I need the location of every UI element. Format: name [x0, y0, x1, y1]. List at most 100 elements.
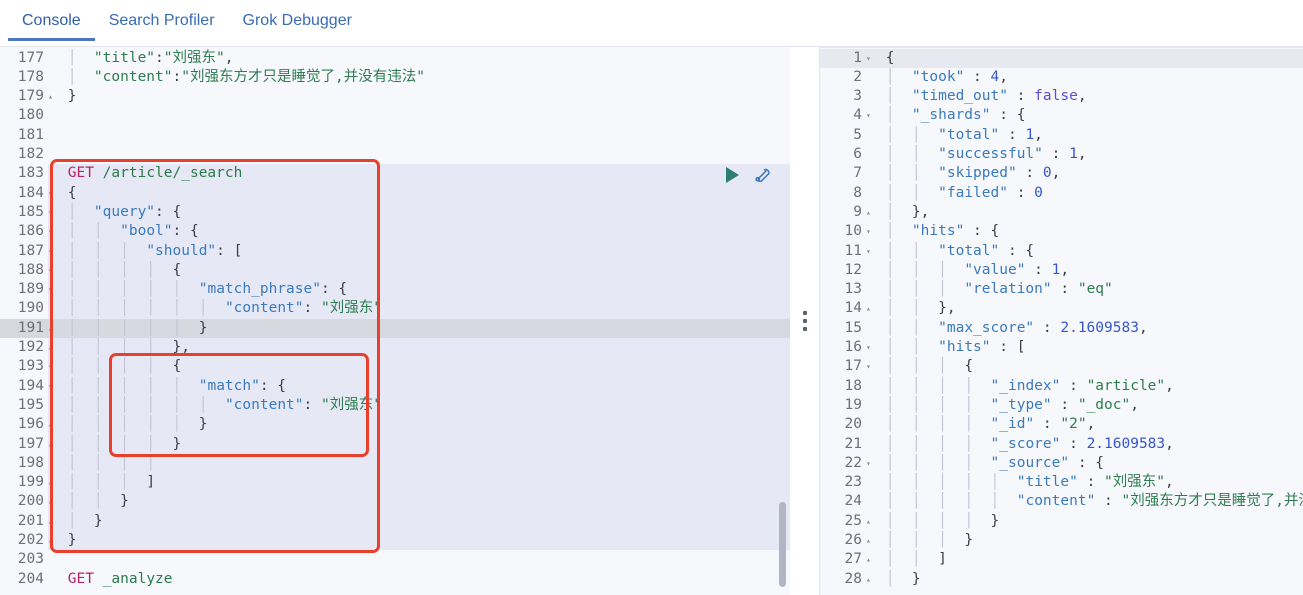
pane-drag-handle[interactable]	[803, 311, 807, 331]
code-line[interactable]: 11 ▾ │ │ "total" : {	[820, 242, 1303, 261]
fold-toggle-icon[interactable]: ▾	[866, 222, 877, 241]
code-line[interactable]: 192 ▴ │ │ │ │ },	[0, 338, 790, 357]
wrench-icon[interactable]	[753, 165, 772, 184]
fold-toggle-icon[interactable]: ▾	[48, 377, 59, 396]
code-line[interactable]: 181	[0, 126, 790, 145]
code-line[interactable]: 14 ▴ │ │ },	[820, 299, 1303, 318]
code-line[interactable]: 190 │ │ │ │ │ │ "content": "刘强东"	[0, 299, 790, 318]
code-line[interactable]: 25 ▴ │ │ │ │ }	[820, 512, 1303, 531]
request-editor-pane[interactable]: 177 │ "title":"刘强东", 178 │ "content":"刘强东…	[0, 47, 790, 595]
code-line[interactable]: 202 ▴ }	[0, 531, 790, 550]
code-line[interactable]: 187 ▾ │ │ │ "should": [	[0, 242, 790, 261]
code-line[interactable]: 182	[0, 145, 790, 164]
tab-search-profiler[interactable]: Search Profiler	[95, 0, 229, 41]
code-line[interactable]: 185 ▾ │ "query": {	[0, 203, 790, 222]
code-line[interactable]: 28 ▴ │ }	[820, 570, 1303, 589]
code-line[interactable]: 204 GET _analyze	[0, 570, 790, 589]
code-line[interactable]: 9 ▴ │ },	[820, 203, 1303, 222]
fold-toggle-icon[interactable]: ▾	[866, 106, 877, 125]
code-line[interactable]: 194 ▾ │ │ │ │ │ "match": {	[0, 377, 790, 396]
fold-toggle-icon[interactable]: ▴	[48, 473, 59, 492]
code-line[interactable]: 197 ▴ │ │ │ │ }	[0, 435, 790, 454]
code-line[interactable]: 180	[0, 106, 790, 125]
code-line[interactable]: 201 ▴ │ }	[0, 512, 790, 531]
fold-toggle-icon[interactable]: ▴	[866, 203, 877, 222]
editor-vertical-scrollbar[interactable]	[779, 502, 786, 587]
code-line[interactable]: 3 │ "timed_out" : false,	[820, 87, 1303, 106]
code-line[interactable]: 20 │ │ │ │ "_id" : "2",	[820, 415, 1303, 434]
fold-toggle-icon[interactable]: ▾	[48, 261, 59, 280]
code-line[interactable]: 191 ▴ │ │ │ │ │ }	[0, 319, 790, 338]
fold-toggle-icon[interactable]: ▴	[48, 512, 59, 531]
code-line[interactable]: 27 ▴ │ │ ]	[820, 550, 1303, 569]
code-line[interactable]: 198 │ │ │ │	[0, 454, 790, 473]
response-output-pane[interactable]: 1 ▾ {2 │ "took" : 4, 3 │ "timed_out" : fal…	[820, 47, 1303, 595]
fold-toggle-icon[interactable]: ▴	[48, 435, 59, 454]
code-line[interactable]: 8 │ │ "failed" : 0	[820, 184, 1303, 203]
response-output-surface[interactable]: 1 ▾ {2 │ "took" : 4, 3 │ "timed_out" : fal…	[820, 47, 1303, 595]
fold-toggle-icon[interactable]: ▾	[866, 357, 877, 376]
code-line[interactable]: 10 ▾ │ "hits" : {	[820, 222, 1303, 241]
fold-toggle-icon[interactable]: ▾	[866, 454, 877, 473]
fold-toggle-icon[interactable]: ▾	[48, 357, 59, 376]
fold-toggle-icon[interactable]: ▾	[866, 338, 877, 357]
fold-toggle-icon[interactable]: ▾	[48, 280, 59, 299]
code-line[interactable]: 196 ▴ │ │ │ │ │ }	[0, 415, 790, 434]
pane-divider[interactable]	[790, 47, 820, 595]
fold-toggle-icon[interactable]: ▾	[48, 184, 59, 203]
fold-toggle-icon[interactable]: ▾	[48, 242, 59, 261]
fold-toggle-icon[interactable]: ▾	[48, 222, 59, 241]
code-line[interactable]: 178 │ "content":"刘强东方才只是睡觉了,并没有违法"	[0, 68, 790, 87]
code-line[interactable]: 179 ▴ }	[0, 87, 790, 106]
fold-toggle-icon[interactable]: ▾	[866, 242, 877, 261]
code-line[interactable]: 13 │ │ │ "relation" : "eq"	[820, 280, 1303, 299]
tab-console[interactable]: Console	[8, 0, 95, 41]
fold-toggle-icon[interactable]: ▴	[48, 87, 59, 106]
code-line[interactable]: 4 ▾ │ "_shards" : {	[820, 106, 1303, 125]
fold-toggle-icon[interactable]: ▴	[866, 531, 877, 550]
code-line[interactable]: 17 ▾ │ │ │ {	[820, 357, 1303, 376]
code-line[interactable]: 184 ▾ {	[0, 184, 790, 203]
fold-toggle-icon[interactable]: ▾	[866, 49, 877, 68]
code-line[interactable]: 1 ▾ {	[820, 49, 1303, 68]
code-line[interactable]: 177 │ "title":"刘强东",	[0, 49, 790, 68]
fold-toggle-icon[interactable]: ▴	[48, 492, 59, 511]
code-line[interactable]: 193 ▾ │ │ │ │ {	[0, 357, 790, 376]
code-line[interactable]: 199 ▴ │ │ │ ]	[0, 473, 790, 492]
code-line[interactable]: 200 ▴ │ │ }	[0, 492, 790, 511]
code-line[interactable]: 7 │ │ "skipped" : 0,	[820, 164, 1303, 183]
code-line[interactable]: 22 ▾ │ │ │ │ "_source" : {	[820, 454, 1303, 473]
code-line[interactable]: 186 ▾ │ │ "bool": {	[0, 222, 790, 241]
code-line[interactable]: 6 │ │ "successful" : 1,	[820, 145, 1303, 164]
code-line[interactable]: 21 │ │ │ │ "_score" : 2.1609583,	[820, 435, 1303, 454]
play-icon[interactable]	[726, 166, 739, 183]
fold-toggle-icon[interactable]: ▴	[48, 531, 59, 550]
code-line[interactable]: 23 │ │ │ │ │ "title" : "刘强东",	[820, 473, 1303, 492]
code-line[interactable]: 188 ▾ │ │ │ │ {	[0, 261, 790, 280]
request-editor-surface[interactable]: 177 │ "title":"刘强东", 178 │ "content":"刘强东…	[0, 47, 790, 595]
code-line[interactable]: 12 │ │ │ "value" : 1,	[820, 261, 1303, 280]
code-line[interactable]: 16 ▾ │ │ "hits" : [	[820, 338, 1303, 357]
code-line[interactable]: 26 ▴ │ │ │ }	[820, 531, 1303, 550]
code-line[interactable]: 195 │ │ │ │ │ │ "content": "刘强东"	[0, 396, 790, 415]
fold-toggle-icon[interactable]: ▴	[48, 415, 59, 434]
code-line[interactable]: 203	[0, 550, 790, 569]
code-line[interactable]: 5 │ │ "total" : 1,	[820, 126, 1303, 145]
code-line[interactable]: 24 │ │ │ │ │ "content" : "刘强东方才只是睡觉了,并没有…	[820, 492, 1303, 511]
response-vertical-scrollbar[interactable]	[1295, 47, 1303, 595]
fold-toggle-icon[interactable]: ▴	[48, 338, 59, 357]
code-line[interactable]: 15 │ │ "max_score" : 2.1609583,	[820, 319, 1303, 338]
fold-toggle-icon[interactable]: ▴	[48, 319, 59, 338]
tab-grok-debugger[interactable]: Grok Debugger	[229, 0, 366, 41]
code-line[interactable]: 2 │ "took" : 4,	[820, 68, 1303, 87]
code-line[interactable]: 183 GET /article/_search	[0, 164, 790, 183]
fold-toggle-icon[interactable]: ▴	[866, 550, 877, 569]
fold-toggle-icon[interactable]: ▴	[866, 299, 877, 318]
code-line[interactable]: 18 │ │ │ │ "_index" : "article",	[820, 377, 1303, 396]
code-line[interactable]: 19 │ │ │ │ "_type" : "_doc",	[820, 396, 1303, 415]
fold-toggle-icon[interactable]: ▴	[866, 512, 877, 531]
code-line[interactable]: 189 ▾ │ │ │ │ │ "match_phrase": {	[0, 280, 790, 299]
indent-guide: │	[120, 396, 147, 413]
fold-toggle-icon[interactable]: ▾	[48, 203, 59, 222]
fold-toggle-icon[interactable]: ▴	[866, 570, 877, 589]
